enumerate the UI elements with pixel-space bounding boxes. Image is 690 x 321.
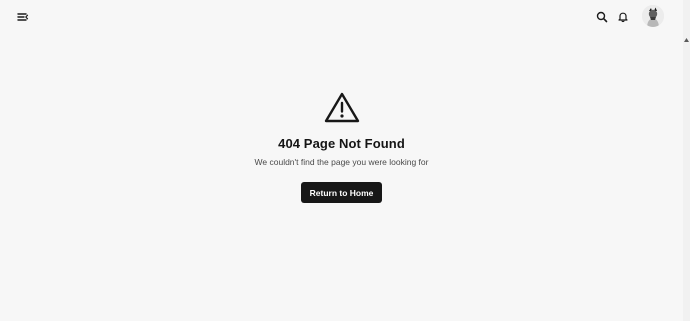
app-window: 404 Page Not Found We couldn't find the …: [0, 0, 690, 321]
not-found-panel: 404 Page Not Found We couldn't find the …: [0, 92, 683, 203]
error-message: We couldn't find the page you were looki…: [254, 157, 429, 167]
warning-area: [0, 92, 683, 124]
scroll-up-button[interactable]: [683, 36, 690, 44]
page-title: 404 Page Not Found: [278, 136, 405, 151]
scroll-up-arrow-icon: [684, 38, 689, 42]
warning-triangle-icon: [324, 92, 359, 123]
scrollbar[interactable]: [683, 0, 690, 321]
main-content: 404 Page Not Found We couldn't find the …: [0, 0, 683, 321]
return-home-button[interactable]: Return to Home: [301, 182, 382, 203]
